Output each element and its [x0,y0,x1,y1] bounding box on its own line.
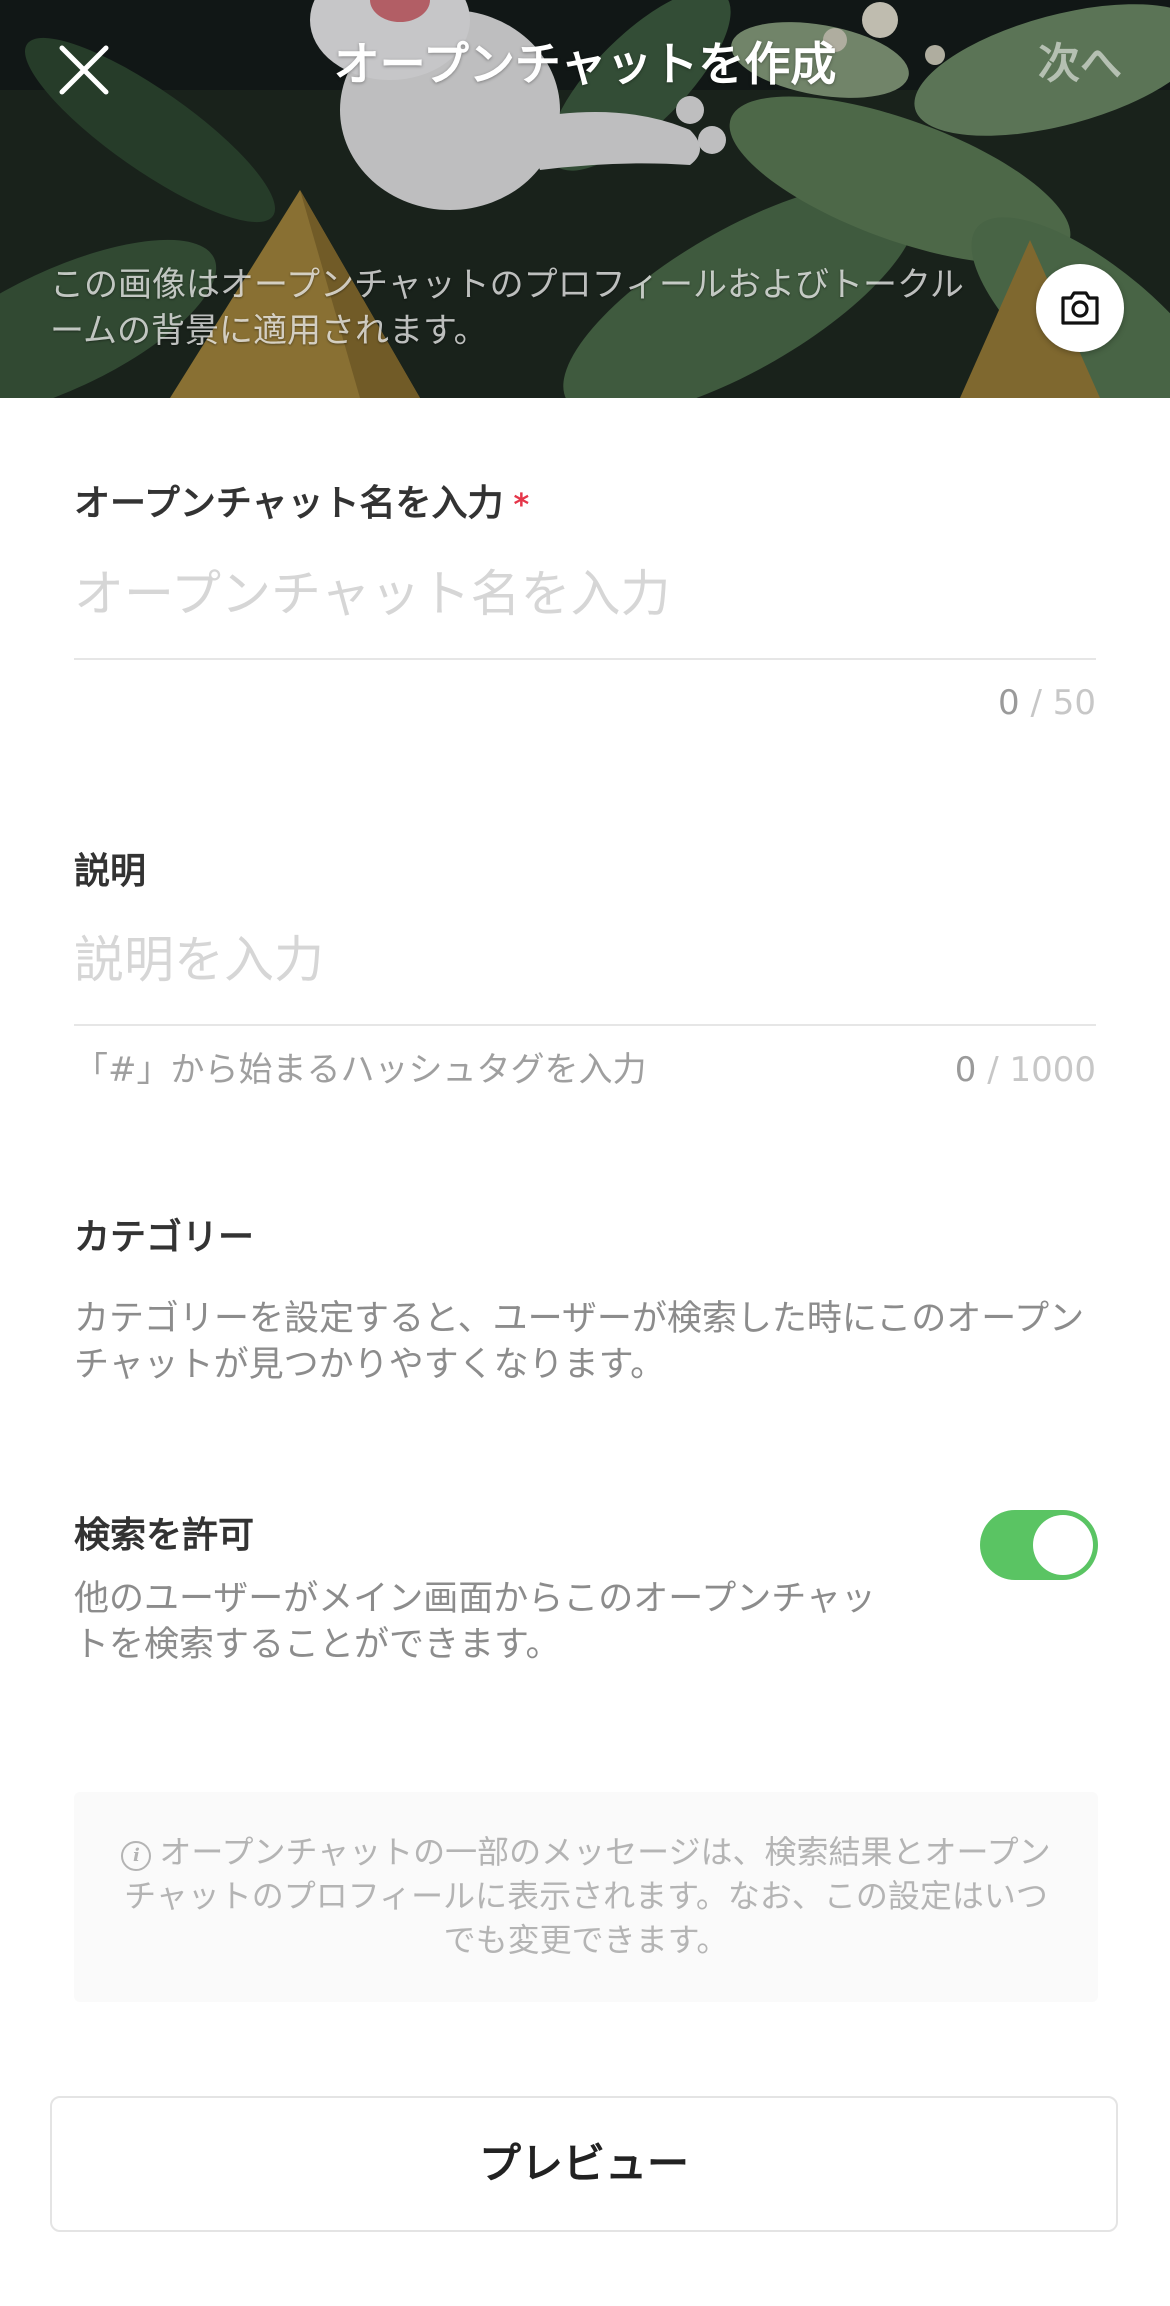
description-count-max: / 1000 [976,1050,1096,1090]
info-notice-text: オープンチャットの一部のメッセージは、検索結果とオープンチャットのプロフィールに… [124,1833,1051,1959]
info-notice-body: i オープンチャットの一部のメッセージは、検索結果とオープンチャットのプロフィール… [114,1830,1058,1962]
info-notice: i オープンチャットの一部のメッセージは、検索結果とオープンチャットのプロフィール… [74,1792,1098,2002]
name-field-label-text: オープンチャット名を入力 [74,483,504,524]
description-input[interactable] [74,918,1096,1002]
category-label[interactable]: カテゴリー [74,1214,254,1262]
search-permission-description: 他のユーザーがメイン画面からこのオープンチャットを検索することができます。 [74,1579,876,1665]
toggle-knob [1033,1515,1093,1575]
next-button[interactable]: 次へ [1038,36,1122,92]
search-permission-label: 検索を許可 [74,1515,255,1556]
description-char-counter: 0 / 1000 [955,1048,1096,1092]
name-input-underline [74,658,1096,660]
name-field-label: オープンチャット名を入力 * [74,480,529,530]
description-field-label: 説明 [74,851,147,892]
name-input[interactable] [74,552,1096,636]
search-permission-toggle[interactable] [980,1510,1098,1580]
description-count-current: 0 [954,1050,977,1090]
category-description: カテゴリーを設定すると、ユーザーが検索した時にこのオープンチャットが見つかりやす… [74,1299,1085,1385]
preview-button[interactable]: プレビュー [50,2096,1118,2232]
name-count-current: 0 [998,683,1020,723]
name-count-max: / 50 [1019,683,1096,723]
name-char-counter: 0 / 50 [998,681,1096,725]
camera-icon [1061,291,1099,325]
change-cover-button[interactable] [1036,264,1124,352]
required-mark: * [513,488,530,523]
description-input-underline [74,1024,1096,1026]
cover-caption: この画像はオープンチャットのプロフィールおよびトークルームの背景に適用されます。 [50,265,964,351]
hashtag-hint: 「#」から始まるハッシュタグを入力 [74,1050,647,1090]
page-title: オープンチャットを作成 [333,37,837,91]
info-icon: i [121,1841,152,1871]
cover-image-header: オープンチャットを作成 次へ この画像はオープンチャットのプロフィールおよびトー… [0,0,1170,398]
